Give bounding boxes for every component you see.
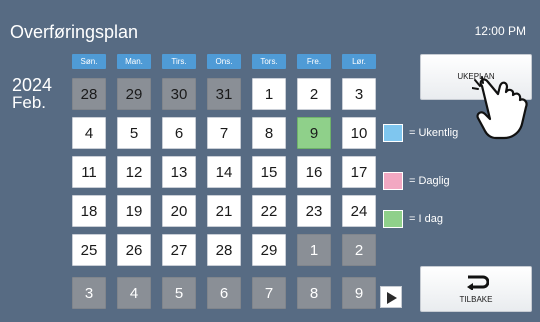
calendar-day[interactable]: 27 xyxy=(162,234,196,266)
legend-daily-label: = Daglig xyxy=(409,175,450,187)
calendar-day-next-month[interactable]: 4 xyxy=(117,277,151,309)
calendar-day[interactable]: 29 xyxy=(117,78,151,110)
legend-today-label: = I dag xyxy=(409,213,443,225)
calendar-day[interactable]: 28 xyxy=(72,78,106,110)
calendar-day[interactable]: 7 xyxy=(207,117,241,149)
calendar-day[interactable]: 6 xyxy=(162,117,196,149)
calendar-day[interactable]: 20 xyxy=(162,195,196,227)
calendar-day[interactable]: 29 xyxy=(252,234,286,266)
legend-weekly-label: = Ukentlig xyxy=(409,127,459,139)
calendar-day[interactable]: 2 xyxy=(297,78,331,110)
legend-daily-swatch xyxy=(383,172,403,190)
calendar-day[interactable]: 1 xyxy=(252,78,286,110)
calendar-day[interactable]: 31 xyxy=(207,78,241,110)
calendar-day[interactable]: 8 xyxy=(252,117,286,149)
calendar-day[interactable]: 23 xyxy=(297,195,331,227)
calendar-day[interactable]: 21 xyxy=(207,195,241,227)
next-month-button[interactable] xyxy=(380,286,402,308)
pointing-hand-icon xyxy=(472,76,528,140)
clock: 12:00 PM xyxy=(474,24,526,38)
calendar-day[interactable]: 22 xyxy=(252,195,286,227)
calendar-day[interactable]: 16 xyxy=(297,156,331,188)
calendar-day-today[interactable]: 9 xyxy=(297,117,331,149)
back-button-label: TILBAKE xyxy=(459,295,493,304)
weekday-sun: Søn. xyxy=(72,54,106,69)
legend-today-swatch xyxy=(383,210,403,228)
calendar-day[interactable]: 24 xyxy=(342,195,376,227)
calendar-day[interactable]: 18 xyxy=(72,195,106,227)
calendar-year: 2024 xyxy=(12,75,53,95)
calendar-day[interactable]: 28 xyxy=(207,234,241,266)
calendar-day[interactable]: 3 xyxy=(342,78,376,110)
calendar-day-next-month[interactable]: 8 xyxy=(297,277,331,309)
return-arrow-icon xyxy=(467,275,489,290)
weekday-fri: Fre. xyxy=(297,54,331,69)
calendar-day-next-month[interactable]: 2 xyxy=(342,234,376,266)
back-button[interactable]: TILBAKE xyxy=(420,266,532,312)
calendar-day-next-month[interactable]: 9 xyxy=(342,277,376,309)
calendar-day[interactable]: 14 xyxy=(207,156,241,188)
calendar-day[interactable]: 4 xyxy=(72,117,106,149)
calendar-day-next-month[interactable]: 1 xyxy=(297,234,331,266)
weekday-wed: Ons. xyxy=(207,54,241,69)
play-triangle-icon xyxy=(387,292,397,304)
calendar-day[interactable]: 15 xyxy=(252,156,286,188)
weekday-thu: Tors. xyxy=(252,54,286,69)
calendar-day[interactable]: 19 xyxy=(117,195,151,227)
calendar-day[interactable]: 26 xyxy=(117,234,151,266)
calendar-day[interactable]: 12 xyxy=(117,156,151,188)
calendar-day[interactable]: 17 xyxy=(342,156,376,188)
calendar-day[interactable]: 10 xyxy=(342,117,376,149)
calendar-day[interactable]: 11 xyxy=(72,156,106,188)
legend-weekly-swatch xyxy=(383,124,403,142)
calendar-day-next-month[interactable]: 5 xyxy=(162,277,196,309)
calendar-day[interactable]: 13 xyxy=(162,156,196,188)
calendar-month: Feb. xyxy=(12,93,47,112)
calendar-day[interactable]: 5 xyxy=(117,117,151,149)
transfer-schedule-screen: Overføringsplan 12:00 PM 2024 Feb. Søn. … xyxy=(0,0,540,322)
calendar-day-next-month[interactable]: 7 xyxy=(252,277,286,309)
page-title: Overføringsplan xyxy=(10,22,139,42)
calendar-day-next-month[interactable]: 6 xyxy=(207,277,241,309)
calendar-day-next-month[interactable]: 3 xyxy=(72,277,106,309)
weekday-mon: Man. xyxy=(117,54,151,69)
calendar-day[interactable]: 30 xyxy=(162,78,196,110)
weekday-sat: Lør. xyxy=(342,54,376,69)
calendar-day[interactable]: 25 xyxy=(72,234,106,266)
weekday-tue: Tirs. xyxy=(162,54,196,69)
